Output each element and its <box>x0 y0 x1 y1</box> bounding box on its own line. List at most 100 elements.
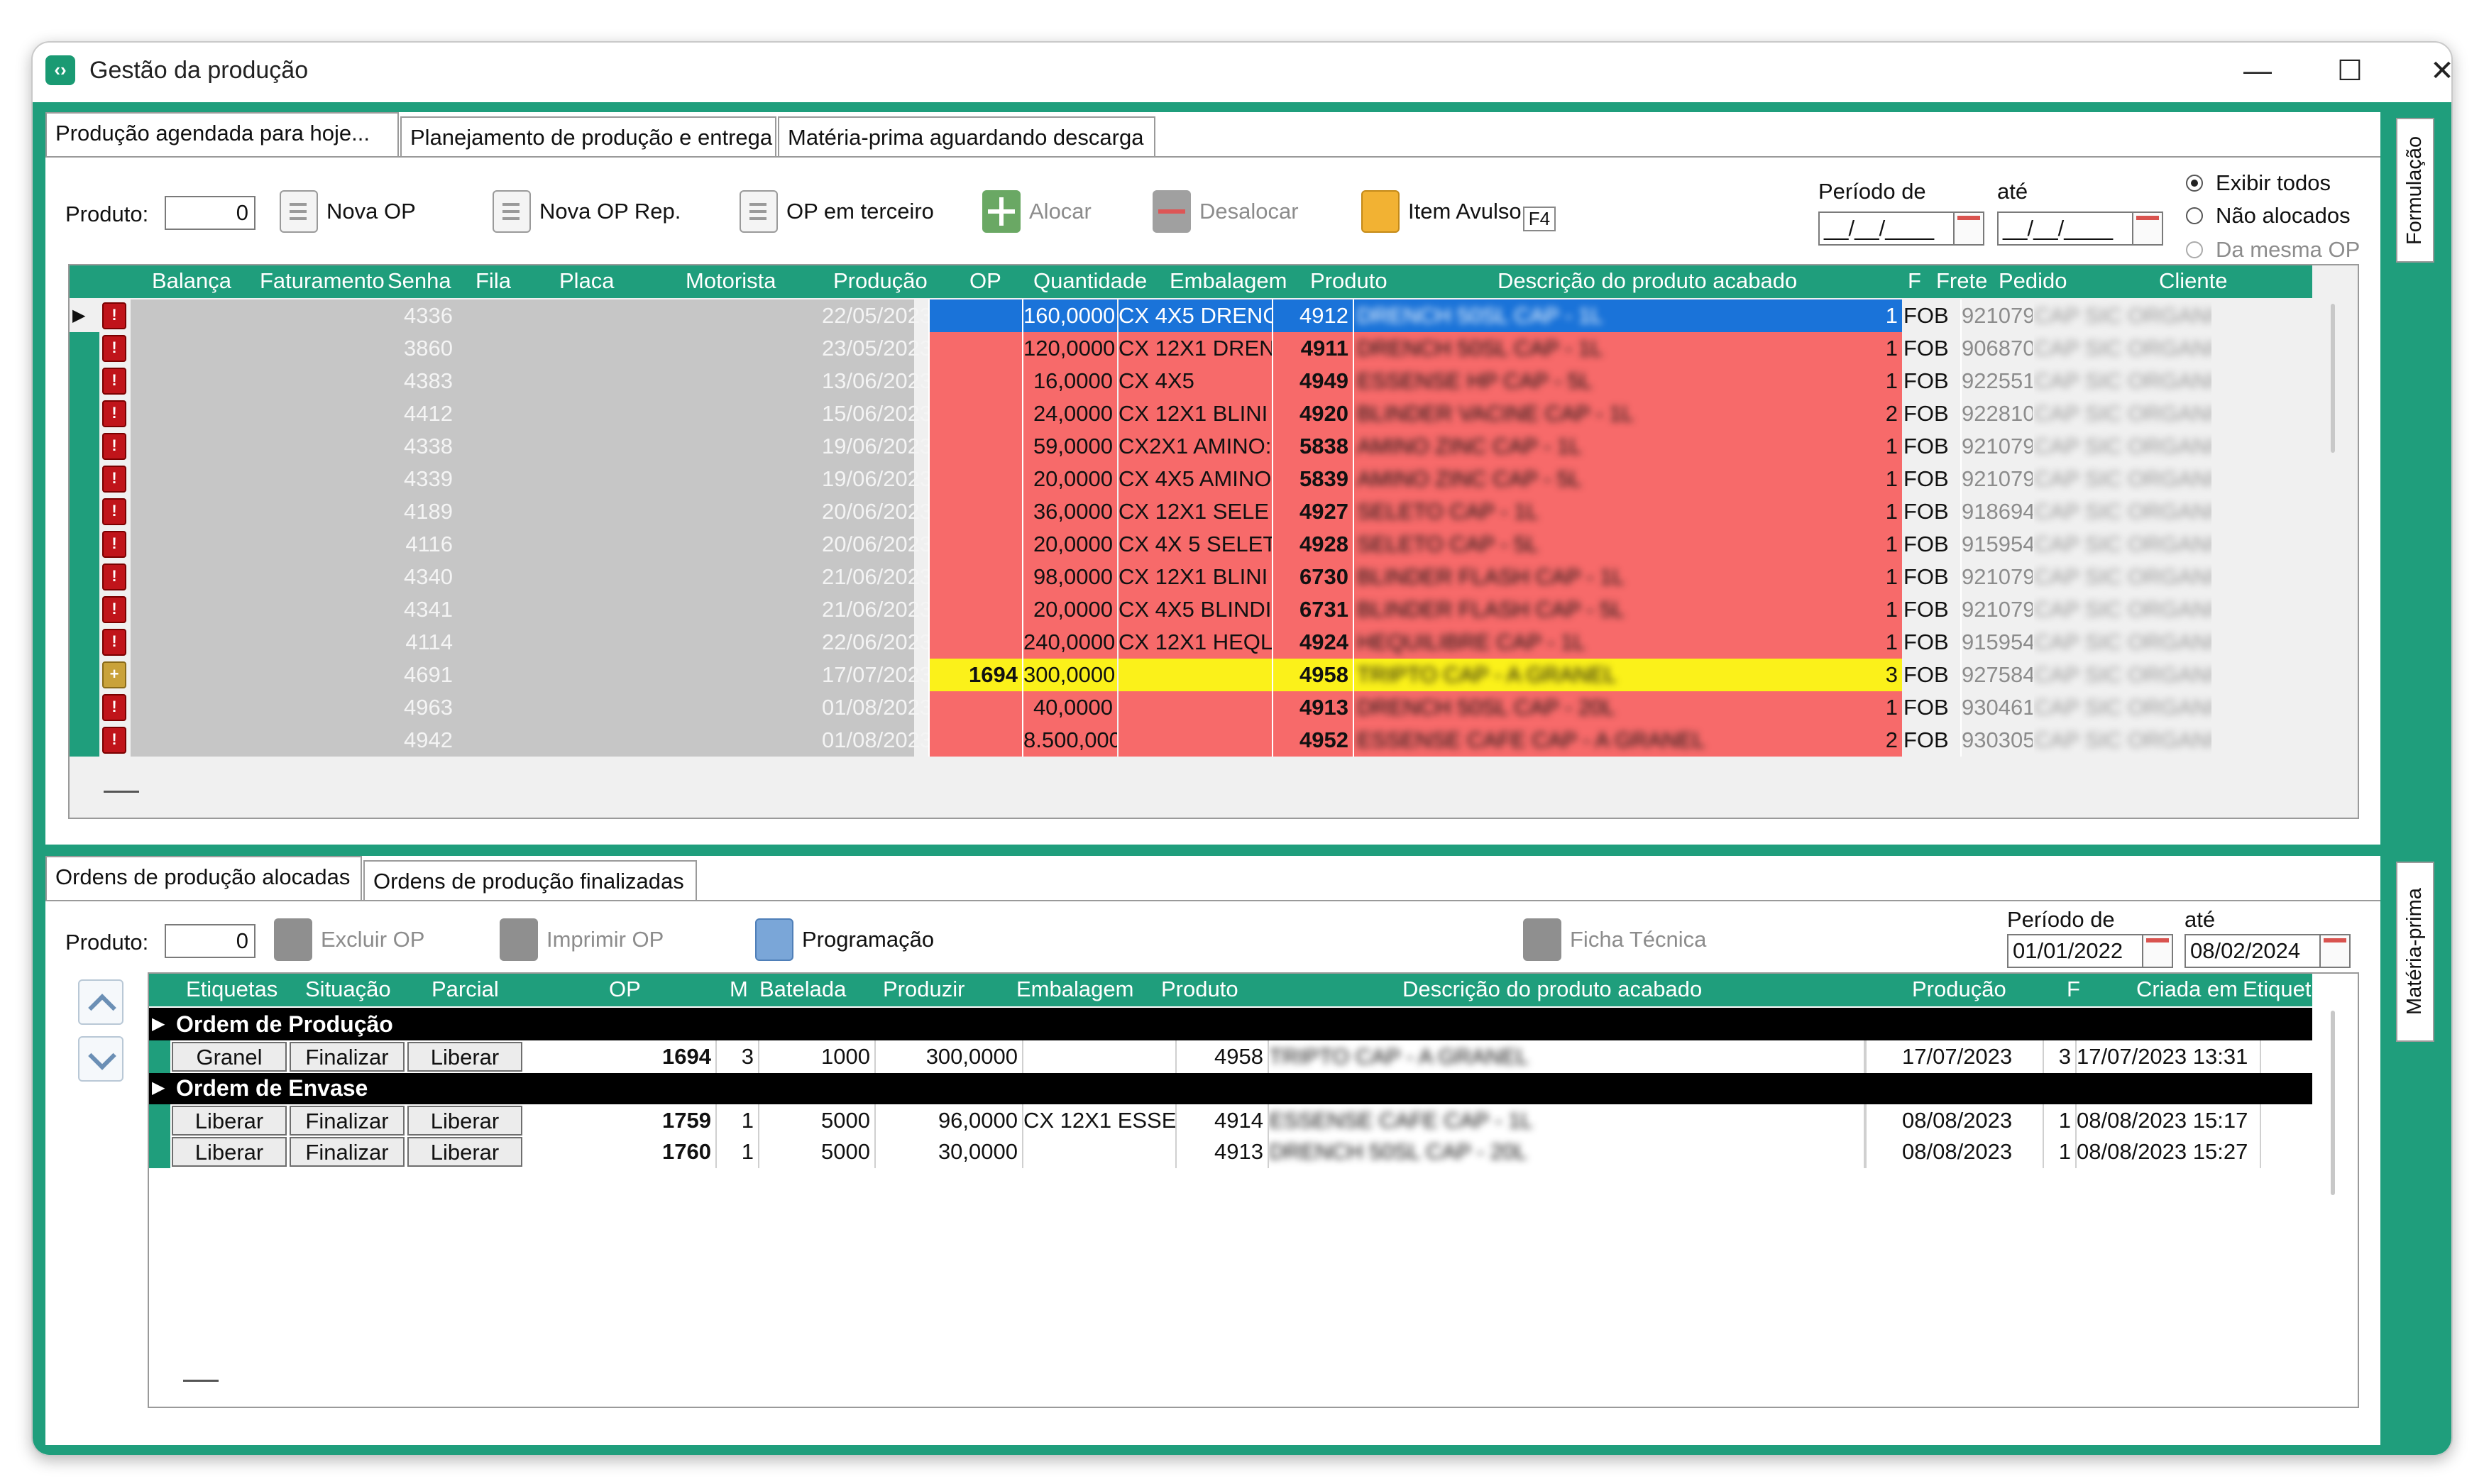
producao-cell[interactable]: 17/07/2023 <box>1902 1040 2044 1073</box>
row-marker[interactable] <box>149 1136 170 1168</box>
col-produto[interactable]: Produto <box>1161 977 1238 1002</box>
pedido-cell[interactable]: 921079 <box>1962 299 2033 332</box>
op-cell[interactable] <box>930 332 1022 365</box>
group-ordem-producao[interactable]: ▶ Ordem de Produção <box>149 1008 2312 1040</box>
tab-ordens-finalizadas[interactable]: Ordens de produção finalizadas <box>363 860 697 901</box>
f-cell[interactable]: 1 <box>1872 299 1902 332</box>
embalagem-cell[interactable]: CX 12X1 SELE <box>1119 495 1272 528</box>
table-row[interactable]: ! 4114 22/06/2023 240,0000 CX 12X1 HEQL 4924 H… <box>70 626 2312 659</box>
op-cell[interactable] <box>930 593 1022 626</box>
separator[interactable] <box>1865 1040 1867 1073</box>
embalagem-cell[interactable] <box>1119 691 1272 724</box>
col-criada-em[interactable]: Criada em <box>2136 977 2238 1002</box>
f-cell[interactable]: 1 <box>1872 691 1902 724</box>
pedido-cell[interactable]: 921079 <box>1962 430 2033 463</box>
col-balanca[interactable]: Balança <box>152 268 231 294</box>
table-row[interactable]: Granel Finalizar Liberar 1694 3 1000 300,0000 4… <box>149 1040 2312 1073</box>
m-cell[interactable]: 3 <box>717 1040 759 1073</box>
col-op[interactable]: OP <box>609 977 641 1002</box>
date-from-input-bottom[interactable]: 01/01/2022 <box>2007 934 2173 968</box>
row-marker[interactable] <box>70 626 99 659</box>
m-cell[interactable]: 1 <box>717 1104 759 1137</box>
embalagem-cell[interactable]: CX 4X5 AMINO <box>1119 463 1272 495</box>
f-cell[interactable]: 1 <box>2044 1136 2077 1168</box>
produto-cell[interactable]: 4911 <box>1273 332 1353 365</box>
op-cell[interactable] <box>930 528 1022 561</box>
table-row[interactable]: ! 3860 23/05/2023 120,0000 CX 12X1 DREN 4911 D… <box>70 332 2312 365</box>
produto-cell[interactable]: 4958 <box>1177 1040 1269 1073</box>
move-up-button[interactable] <box>78 979 123 1025</box>
senha-cell[interactable]: 4340 <box>353 561 457 593</box>
produzir-cell[interactable]: 96,0000 <box>876 1104 1023 1137</box>
senha-cell[interactable]: 4341 <box>353 593 457 626</box>
etiquetas-button[interactable]: Granel <box>172 1042 287 1072</box>
table-row[interactable]: +4691 17/07/2023 1694 300,0000 4958 TRIPTO CA… <box>70 659 2312 691</box>
produto-cell[interactable]: 4913 <box>1177 1136 1269 1168</box>
etiquetas-button[interactable]: Liberar <box>172 1106 287 1136</box>
pedido-cell[interactable]: 922810 <box>1962 397 2033 430</box>
producao-cell[interactable]: 22/05/2023 <box>822 299 928 332</box>
embalagem-cell[interactable]: CX 12X1 DREN <box>1119 332 1272 365</box>
row-marker[interactable] <box>70 691 99 724</box>
embalagem-cell[interactable] <box>1119 659 1272 691</box>
pedido-cell[interactable]: 922551 <box>1962 365 2033 397</box>
producao-grid[interactable]: Balança Faturamento Senha Fila Placa Mot… <box>68 264 2359 819</box>
row-marker[interactable] <box>149 1104 170 1137</box>
col-fila[interactable]: Fila <box>476 268 511 294</box>
producao-cell[interactable]: 19/06/2023 <box>822 463 928 495</box>
row-gray-cells[interactable] <box>131 561 914 593</box>
date-to-input[interactable]: __/__/____ <box>1997 211 2163 246</box>
embalagem-cell[interactable]: CX 4X 5 SELET <box>1119 528 1272 561</box>
calendar-icon[interactable] <box>1953 211 1984 246</box>
col-situacao[interactable]: Situação <box>305 977 391 1002</box>
calendar-icon[interactable] <box>2132 211 2163 246</box>
producao-cell[interactable]: 08/08/2023 <box>1902 1136 2044 1168</box>
group-ordem-envase[interactable]: ▶ Ordem de Envase <box>149 1072 2312 1104</box>
senha-cell[interactable]: 4116 <box>353 528 457 561</box>
frete-cell[interactable]: FOB <box>1903 561 1960 593</box>
vertical-scrollbar[interactable] <box>2331 1011 2335 1195</box>
op-cell[interactable] <box>930 365 1022 397</box>
col-motorista[interactable]: Motorista <box>686 268 776 294</box>
row-marker[interactable] <box>70 397 99 430</box>
f-cell[interactable]: 1 <box>1872 593 1902 626</box>
f-cell[interactable]: 1 <box>2044 1104 2077 1137</box>
pedido-cell[interactable]: 921079 <box>1962 593 2033 626</box>
col-embalagem[interactable]: Embalagem <box>1016 977 1133 1002</box>
tab-ordens-alocadas[interactable]: Ordens de produção alocadas <box>45 856 362 901</box>
f-cell[interactable]: 2 <box>1872 724 1902 757</box>
produzir-cell[interactable]: 30,0000 <box>876 1136 1023 1168</box>
table-row[interactable]: ! 4340 21/06/2023 98,0000 CX 12X1 BLINI 6730 B… <box>70 561 2312 593</box>
col-producao[interactable]: Produção <box>833 268 928 294</box>
pedido-cell[interactable]: 906870 <box>1962 332 2033 365</box>
batelada-cell[interactable]: 5000 <box>759 1136 876 1168</box>
op-cell[interactable] <box>930 397 1022 430</box>
senha-cell[interactable]: 4339 <box>353 463 457 495</box>
embalagem-cell[interactable] <box>1119 724 1272 757</box>
expand-arrow-icon[interactable]: ▶ <box>152 1008 165 1040</box>
quantidade-cell[interactable]: 59,0000 <box>1023 430 1117 463</box>
liberar-button[interactable]: Liberar <box>407 1042 522 1072</box>
radio-mesma-op[interactable]: Da mesma OP <box>2186 237 2360 263</box>
frete-cell[interactable]: FOB <box>1903 397 1960 430</box>
cliente-cell[interactable]: CAP SIC ORGANIC <box>2034 691 2211 724</box>
row-marker[interactable] <box>70 430 99 463</box>
frete-cell[interactable]: FOB <box>1903 626 1960 659</box>
senha-cell[interactable]: 4189 <box>353 495 457 528</box>
table-row[interactable]: ! 4341 21/06/2023 20,0000 CX 4X5 BLINDI 6731 B… <box>70 593 2312 626</box>
op-cell[interactable] <box>930 724 1022 757</box>
producao-cell[interactable]: 08/08/2023 <box>1902 1104 2044 1137</box>
senha-cell[interactable]: 4336 <box>353 299 457 332</box>
embalagem-cell[interactable]: CX 12X1 BLINI <box>1119 397 1272 430</box>
descricao-cell[interactable]: BLINDER FLASH CAP - 5L <box>1354 593 1872 626</box>
quantidade-cell[interactable]: 240,0000 <box>1023 626 1117 659</box>
desalocar-button[interactable]: Desalocar <box>1153 190 1299 233</box>
embalagem-cell[interactable] <box>1023 1136 1177 1168</box>
pedido-cell[interactable]: 915954 <box>1962 528 2033 561</box>
op-cell[interactable]: 1759 <box>525 1104 717 1137</box>
embalagem-cell[interactable] <box>1023 1040 1177 1073</box>
row-gray-cells[interactable] <box>131 724 914 757</box>
producao-cell[interactable]: 22/06/2023 <box>822 626 928 659</box>
frete-cell[interactable]: FOB <box>1903 724 1960 757</box>
frete-cell[interactable]: FOB <box>1903 528 1960 561</box>
